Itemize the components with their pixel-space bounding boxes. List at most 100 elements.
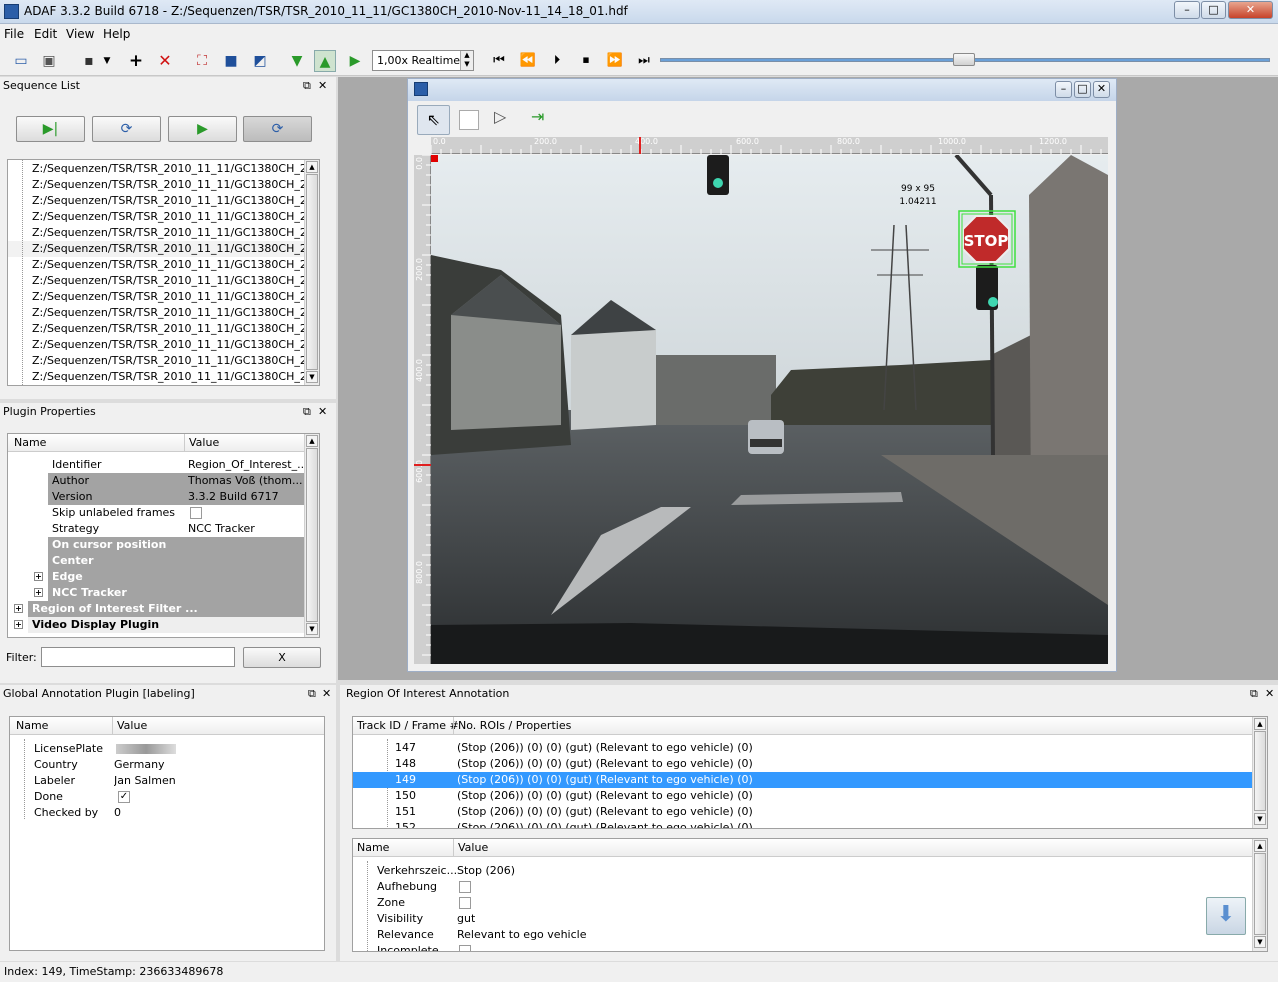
sequence-item[interactable]: Z:/Sequenzen/TSR/TSR_2010_11_11/GC1380CH… xyxy=(8,337,305,353)
roi-track-row[interactable]: 151 (Stop (206)) (0) (0) (gut) (Relevant … xyxy=(353,804,1253,820)
group-edge[interactable]: Edge xyxy=(52,569,83,585)
video-frame[interactable]: STOP 99 x 95 1.04211 xyxy=(431,155,1108,664)
expand-video-icon[interactable]: + xyxy=(14,620,23,629)
traffic-sign-value[interactable]: Stop (206) xyxy=(457,863,515,879)
roi-track-row[interactable]: 147 (Stop (206)) (0) (0) (gut) (Relevant … xyxy=(353,740,1253,756)
roi-track-row[interactable]: 150 (Stop (206)) (0) (0) (gut) (Relevant … xyxy=(353,788,1253,804)
step-up-icon[interactable]: ▲ xyxy=(314,50,336,72)
menu-help[interactable]: Help xyxy=(103,27,130,41)
expand-roi-filter-icon[interactable]: + xyxy=(14,604,23,613)
col-value-header[interactable]: Value xyxy=(453,839,488,857)
open-folder-icon[interactable]: ▣ xyxy=(38,50,60,72)
sequence-item[interactable]: Z:/Sequenzen/TSR/TSR_2010_11_11/GC1380CH… xyxy=(8,305,305,321)
license-plate-value-blurred[interactable] xyxy=(116,744,176,754)
close-icon[interactable]: ✕ xyxy=(322,687,331,700)
seq-prev-button[interactable]: ⟳ xyxy=(92,116,161,142)
close-icon[interactable]: ✕ xyxy=(318,405,327,418)
group-ncc-tracker[interactable]: NCC Tracker xyxy=(52,585,127,601)
close-window-button[interactable]: ✕ xyxy=(1228,1,1273,19)
plugin-roi-filter[interactable]: Region of Interest Filter ... xyxy=(32,601,198,617)
speed-input[interactable]: 1,00x Realtime ▲ ▼ xyxy=(372,50,474,71)
monitor-settings-icon[interactable]: ◩ xyxy=(249,50,271,72)
prop-strategy-value[interactable]: NCC Tracker xyxy=(188,521,305,537)
sequence-item[interactable]: Z:/Sequenzen/TSR/TSR_2010_11_11/GC1380CH… xyxy=(8,225,305,241)
prop-identifier-value[interactable]: Region_Of_Interest_... xyxy=(188,457,305,473)
roi-properties-scrollbar[interactable]: ▲ ▼ xyxy=(1252,839,1267,951)
close-icon[interactable]: ✕ xyxy=(1265,687,1274,700)
sub-minimize-button[interactable]: – xyxy=(1055,81,1072,98)
seq-first-button[interactable]: ▶| xyxy=(16,116,85,142)
float-icon[interactable]: ⧉ xyxy=(1250,687,1258,701)
menu-view[interactable]: View xyxy=(66,27,94,41)
delete-icon[interactable]: ✕ xyxy=(154,50,176,72)
sequence-item[interactable]: Z:/Sequenzen/TSR/TSR_2010_11_11/GC1380CH… xyxy=(8,369,305,385)
menu-file[interactable]: File xyxy=(4,27,24,41)
sequence-item[interactable]: Z:/Sequenzen/TSR/TSR_2010_11_11/GC1380CH… xyxy=(8,241,305,257)
col-name-header[interactable]: Name xyxy=(12,717,48,735)
minimize-button[interactable]: – xyxy=(1174,1,1200,19)
add-icon[interactable]: + xyxy=(125,50,147,72)
col-value-header[interactable]: Value xyxy=(112,717,147,735)
scroll-down-icon[interactable]: ▼ xyxy=(1254,813,1266,825)
scroll-up-icon[interactable]: ▲ xyxy=(306,435,318,447)
scroll-thumb[interactable] xyxy=(306,174,318,370)
fit-view-icon[interactable]: ⛶ xyxy=(191,50,213,72)
roi-track-row[interactable]: 148 (Stop (206)) (0) (0) (gut) (Relevant … xyxy=(353,756,1253,772)
properties-scrollbar[interactable]: ▲ ▼ xyxy=(304,434,319,637)
expand-edge-icon[interactable]: + xyxy=(34,572,43,581)
col-name-header[interactable]: Name xyxy=(10,434,46,452)
timeline-slider-thumb[interactable] xyxy=(953,53,975,66)
scroll-thumb[interactable] xyxy=(306,448,318,622)
filter-clear-button[interactable]: X xyxy=(243,647,321,668)
maximize-button[interactable]: □ xyxy=(1201,1,1226,19)
fast-forward-icon[interactable]: ⏩ xyxy=(604,50,626,72)
seq-loop-button[interactable]: ⟳ xyxy=(243,116,312,142)
sequence-item[interactable]: Z:/Sequenzen/TSR/TSR_2010_11_11/GC1380CH… xyxy=(8,193,305,209)
roi-track-row[interactable]: 149 (Stop (206)) (0) (0) (gut) (Relevant … xyxy=(353,772,1253,788)
polygon-tool-icon[interactable]: ▷ xyxy=(494,107,506,126)
roi-list-scrollbar[interactable]: ▲ ▼ xyxy=(1252,717,1267,828)
play-icon[interactable]: ▶ xyxy=(344,50,366,72)
speed-spinner[interactable]: ▲ ▼ xyxy=(460,51,473,70)
skip-unlabeled-checkbox[interactable] xyxy=(190,507,202,519)
scroll-up-icon[interactable]: ▲ xyxy=(306,161,318,173)
sequence-item[interactable]: Z:/Sequenzen/TSR/TSR_2010_11_11/GC1380CH… xyxy=(8,177,305,193)
group-center[interactable]: Center xyxy=(52,553,94,569)
incomplete-checkbox[interactable] xyxy=(459,945,471,951)
apply-down-icon[interactable]: ⬇ xyxy=(1206,897,1246,935)
relevance-value[interactable]: Relevant to ego vehicle xyxy=(457,927,586,943)
sub-maximize-button[interactable]: □ xyxy=(1074,81,1091,98)
step-down-icon[interactable]: ▼ xyxy=(286,50,308,72)
float-icon[interactable]: ⧉ xyxy=(303,79,311,93)
propagate-tool-icon[interactable]: ⇥ xyxy=(531,107,544,126)
plugin-video-display[interactable]: Video Display Plugin xyxy=(32,617,159,633)
float-icon[interactable]: ⧉ xyxy=(303,405,311,419)
sequence-item[interactable]: Z:/Sequenzen/TSR/TSR_2010_11_11/GC1380CH… xyxy=(8,161,305,177)
scroll-up-icon[interactable]: ▲ xyxy=(1254,718,1266,730)
labeler-value[interactable]: Jan Salmen xyxy=(114,773,176,789)
filter-input[interactable] xyxy=(41,647,235,667)
rectangle-tool-icon[interactable] xyxy=(459,110,479,130)
scroll-up-icon[interactable]: ▲ xyxy=(1254,840,1266,852)
skip-first-icon[interactable]: ⏮ xyxy=(488,50,510,72)
close-icon[interactable]: ✕ xyxy=(318,79,327,92)
sequence-item[interactable]: Z:/Sequenzen/TSR/TSR_2010_11_11/GC1380CH… xyxy=(8,353,305,369)
zone-checkbox[interactable] xyxy=(459,897,471,909)
col-track-header[interactable]: Track ID / Frame # xyxy=(353,717,459,735)
sequence-scrollbar[interactable]: ▲ ▼ xyxy=(304,160,319,385)
monitor-icon[interactable]: ■ xyxy=(220,50,242,72)
sequence-item[interactable]: Z:/Sequenzen/TSR/TSR_2010_11_11/GC1380CH… xyxy=(8,273,305,289)
scroll-thumb[interactable] xyxy=(1254,853,1266,935)
sequence-item[interactable]: Z:/Sequenzen/TSR/TSR_2010_11_11/GC1380CH… xyxy=(8,321,305,337)
seq-play-button[interactable]: ▶ xyxy=(168,116,237,142)
scroll-down-icon[interactable]: ▼ xyxy=(306,371,318,383)
scroll-down-icon[interactable]: ▼ xyxy=(306,623,318,635)
skip-last-icon[interactable]: ⏭ xyxy=(633,50,655,72)
sequence-item[interactable]: Z:/Sequenzen/TSR/TSR_2010_11_11/GC1380CH… xyxy=(8,289,305,305)
sequence-item[interactable]: Z:/Sequenzen/TSR/TSR_2010_11_11/GC1380CH… xyxy=(8,257,305,273)
aufhebung-checkbox[interactable] xyxy=(459,881,471,893)
sub-close-button[interactable]: ✕ xyxy=(1093,81,1110,98)
stop-icon[interactable]: ⏹ xyxy=(575,50,597,72)
menu-edit[interactable]: Edit xyxy=(34,27,57,41)
save-dropdown-icon[interactable]: ▼ xyxy=(96,50,118,72)
